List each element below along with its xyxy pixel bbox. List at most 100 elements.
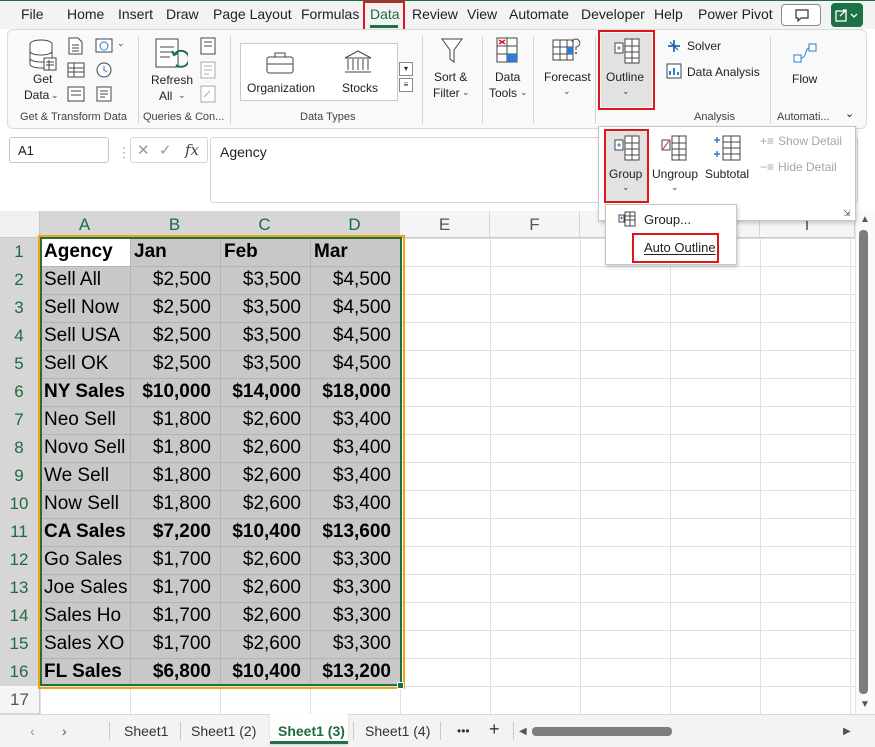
queries-connections-icon[interactable] [199,37,217,55]
show-detail-button[interactable]: Show Detail [778,134,842,148]
chevron-left-icon[interactable]: ‹ [30,723,35,739]
column-header-b[interactable]: B [130,211,220,238]
row-header[interactable]: 9 [0,462,40,490]
menu-developer[interactable]: Developer [581,6,645,22]
row-header[interactable]: 17 [0,686,40,714]
ungroup-button[interactable]: Ungroup [652,167,698,181]
group-menu-item[interactable]: Group... [644,212,691,227]
chevron-right-icon[interactable]: › [62,723,67,739]
column-header-c[interactable]: C [220,211,310,238]
more-options-icon[interactable]: ⋮ [117,144,131,161]
share-button[interactable] [831,3,863,27]
hide-detail-button[interactable]: Hide Detail [778,160,837,174]
row-header[interactable]: 2 [0,266,40,294]
refresh-all-label-2[interactable]: All [159,89,172,103]
menu-insert[interactable]: Insert [118,6,153,22]
forecast-button[interactable]: Forecast [544,70,591,84]
row-header[interactable]: 3 [0,294,40,322]
get-data-label-2[interactable]: Data [24,88,49,102]
name-box[interactable]: A1 ⌄ [9,137,109,163]
row-header[interactable]: 14 [0,602,40,630]
subtotal-button[interactable]: Subtotal [705,167,749,181]
menu-formulas[interactable]: Formulas [301,6,359,22]
scroll-right-icon[interactable]: ▶ [843,726,851,737]
expand-icon[interactable]: ≡ [399,78,413,92]
add-sheet-button[interactable]: + [489,719,500,740]
horizontal-scroll-thumb[interactable] [532,727,672,736]
data-analysis-button[interactable]: Data Analysis [687,65,760,79]
comments-button[interactable] [781,4,821,26]
dialog-launcher-icon[interactable]: ⇲ [843,208,851,219]
data-tools-label-2[interactable]: Tools [489,86,517,100]
organization-button[interactable]: Organization [247,81,315,95]
selection-border [40,237,402,686]
insert-function-icon[interactable]: fx [185,141,199,159]
data-types-scroll[interactable]: ▾ ≡ [399,62,413,104]
get-data-label-1[interactable]: Get [33,72,52,86]
menu-page-layout[interactable]: Page Layout [213,6,292,22]
menu-help[interactable]: Help [654,6,683,22]
select-all-corner[interactable] [0,211,40,238]
group-label-data-types: Data Types [300,111,356,123]
row-header[interactable]: 7 [0,406,40,434]
cancel-icon[interactable]: ✕ [137,141,150,159]
menu-review[interactable]: Review [412,6,458,22]
tab-separator [180,722,181,740]
fill-handle[interactable] [397,682,404,689]
recent-sources-icon[interactable] [95,61,113,79]
menu-file[interactable]: File [21,6,44,22]
sort-filter-label-1[interactable]: Sort & [434,70,467,84]
stocks-button[interactable]: Stocks [342,81,378,95]
row-header[interactable]: 5 [0,350,40,378]
sheet-tab-2[interactable]: Sheet1 (2) [191,723,256,739]
menu-view[interactable]: View [467,6,497,22]
scroll-up-icon[interactable]: ▲ [860,214,870,225]
flow-button[interactable]: Flow [792,72,817,86]
row-header[interactable]: 10 [0,490,40,518]
group-highlight [604,129,649,203]
row-header[interactable]: 12 [0,546,40,574]
more-sheets-button[interactable]: ••• [457,724,470,738]
sheet-tab-4[interactable]: Sheet1 (4) [365,723,430,739]
column-header-a[interactable]: A [40,211,130,238]
data-tools-label-1[interactable]: Data [495,70,520,84]
menu-power-pivot[interactable]: Power Pivot [698,6,773,22]
enter-icon[interactable]: ✓ [159,141,172,159]
menu-home[interactable]: Home [67,6,104,22]
scroll-down-icon[interactable]: ▼ [860,699,870,710]
ribbon-separator [482,36,483,124]
vertical-scroll-thumb[interactable] [859,230,868,694]
row-header[interactable]: 16 [0,658,40,686]
row-header[interactable]: 1 [0,238,40,266]
row-header[interactable]: 11 [0,518,40,546]
column-header-e[interactable]: E [400,211,490,238]
sort-filter-label-2[interactable]: Filter [433,86,460,100]
from-text-icon[interactable] [67,37,85,55]
menu-automate[interactable]: Automate [509,6,569,22]
properties-icon[interactable] [95,85,113,103]
refresh-all-label-1[interactable]: Refresh [151,73,193,87]
ungroup-icon [661,135,687,161]
column-header-f[interactable]: F [490,211,580,238]
row-header[interactable]: 6 [0,378,40,406]
chevron-down-icon[interactable]: ▾ [399,62,413,76]
subtotal-icon [714,135,741,161]
column-header-d[interactable]: D [310,211,400,238]
row-header[interactable]: 8 [0,434,40,462]
from-table-icon[interactable] [67,61,85,79]
row-header[interactable]: 13 [0,574,40,602]
solver-button[interactable]: Solver [687,39,721,53]
sheet-tab-1[interactable]: Sheet1 [124,723,168,739]
sheet-tab-3[interactable]: Sheet1 (3) [278,723,345,739]
properties-icon[interactable] [199,61,217,79]
row-header[interactable]: 4 [0,322,40,350]
row-header[interactable]: 15 [0,630,40,658]
chevron-down-icon[interactable]: ⌄ [18,145,102,156]
edit-links-icon[interactable] [199,85,217,103]
from-web-icon[interactable] [95,37,113,55]
scroll-left-icon[interactable]: ◀ [519,726,527,737]
menu-draw[interactable]: Draw [166,6,199,22]
existing-connections-icon[interactable] [67,85,85,103]
chevron-down-icon: ⌄ [51,90,59,100]
ribbon-collapse-icon[interactable]: ⌄ [845,107,854,120]
